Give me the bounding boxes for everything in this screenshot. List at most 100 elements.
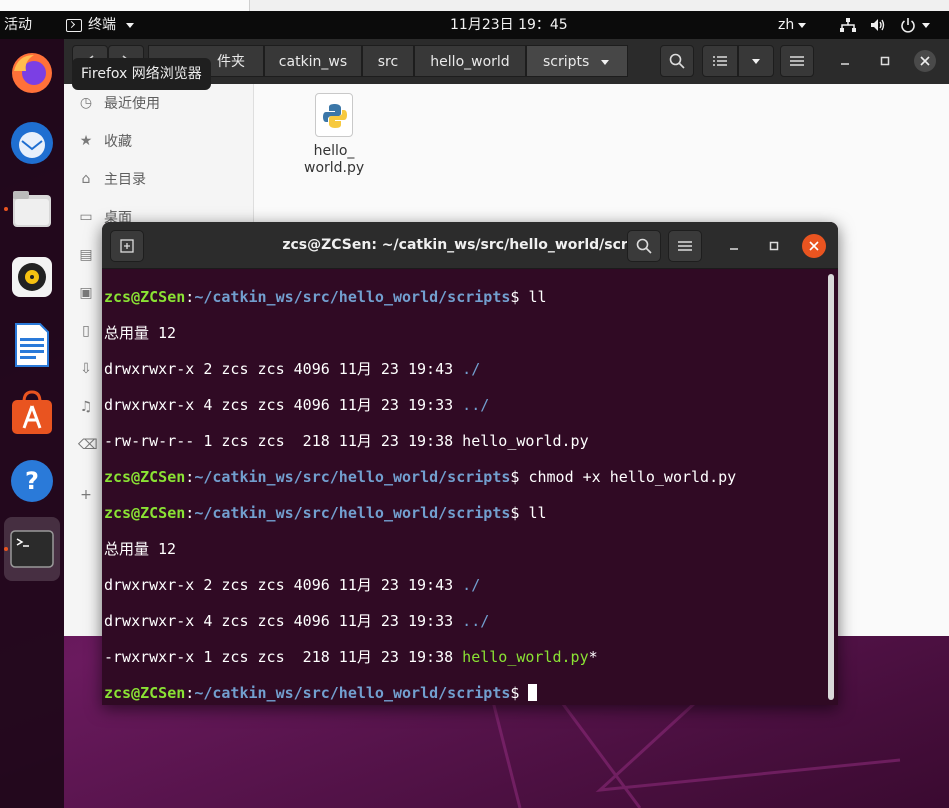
output-total: 总用量 12 bbox=[104, 540, 177, 558]
command-text: ll bbox=[528, 504, 547, 522]
breadcrumb-src[interactable]: src bbox=[362, 45, 414, 77]
prompt-dollar: $ bbox=[510, 684, 529, 702]
plus-icon: + bbox=[80, 487, 92, 503]
input-method-menu[interactable]: zh bbox=[778, 11, 807, 39]
clock-icon: ◷ bbox=[79, 95, 93, 111]
command-text: ll bbox=[528, 288, 547, 306]
output-total: 总用量 12 bbox=[104, 324, 177, 342]
firefox-icon bbox=[12, 53, 52, 93]
terminal-line: zcs@ZCSen:~/catkin_ws/src/hello_world/sc… bbox=[104, 504, 826, 522]
sidebar-item-label: 收藏 bbox=[104, 134, 132, 150]
breadcrumb-catkin-ws[interactable]: catkin_ws bbox=[264, 45, 362, 77]
terminal-scrollbar[interactable] bbox=[828, 274, 834, 700]
background-window-strip bbox=[0, 0, 949, 11]
view-options-button[interactable] bbox=[738, 45, 774, 77]
search-icon bbox=[669, 53, 685, 69]
desktop-icon: ▭ bbox=[79, 209, 93, 225]
dock-help[interactable]: ? bbox=[4, 453, 60, 509]
document-icon: ▯ bbox=[82, 323, 90, 339]
terminal-close-button[interactable] bbox=[802, 234, 826, 258]
terminal-line: drwxrwxr-x 2 zcs zcs 4096 11月 23 19:43 .… bbox=[104, 360, 826, 378]
dock-files[interactable] bbox=[4, 181, 60, 237]
app-menu[interactable]: 终端 bbox=[66, 11, 134, 39]
prompt-colon: : bbox=[185, 288, 195, 306]
star-icon: ★ bbox=[79, 133, 93, 149]
trash-icon: ⌫ bbox=[78, 437, 98, 453]
software-icon bbox=[12, 390, 52, 434]
prompt-path: ~/catkin_ws/src/hello_world/scripts bbox=[194, 468, 511, 486]
prompt-colon: : bbox=[185, 684, 195, 702]
terminal-line: zcs@ZCSen:~/catkin_ws/src/hello_world/sc… bbox=[104, 684, 826, 702]
terminal-small-icon bbox=[66, 18, 82, 32]
minimize-button[interactable] bbox=[834, 50, 856, 72]
picture-icon: ▣ bbox=[79, 285, 93, 301]
background-tab bbox=[0, 0, 250, 11]
close-button[interactable] bbox=[914, 50, 936, 72]
prompt-dollar: $ bbox=[510, 468, 529, 486]
maximize-icon bbox=[880, 56, 890, 66]
terminal-cursor bbox=[528, 684, 538, 701]
svg-text:?: ? bbox=[25, 467, 39, 495]
input-method-label: zh bbox=[778, 17, 795, 33]
maximize-button[interactable] bbox=[874, 50, 896, 72]
file-item-hello-world-py[interactable]: hello_ world.py bbox=[304, 93, 364, 177]
output-dir-name: ../ bbox=[462, 612, 490, 630]
terminal-line: 总用量 12 bbox=[104, 324, 826, 342]
dock-writer[interactable] bbox=[4, 317, 60, 373]
output-row: -rw-rw-r-- 1 zcs zcs 218 11月 23 19:38 he… bbox=[104, 432, 589, 450]
sidebar-item-starred[interactable]: ★ 收藏 bbox=[64, 122, 254, 160]
rhythmbox-icon bbox=[12, 257, 52, 297]
dock-software[interactable] bbox=[4, 385, 60, 441]
output-row: drwxrwxr-x 4 zcs zcs 4096 11月 23 19:33 bbox=[104, 612, 463, 630]
terminal-line: drwxrwxr-x 4 zcs zcs 4096 11月 23 19:33 .… bbox=[104, 612, 826, 630]
volume-icon bbox=[871, 19, 885, 31]
search-button[interactable] bbox=[660, 45, 694, 77]
output-dir-name: ./ bbox=[462, 576, 481, 594]
terminal-menu-button[interactable] bbox=[668, 230, 702, 262]
dock-rhythmbox[interactable] bbox=[4, 249, 60, 305]
output-row: -rwxrwxr-x 1 zcs zcs 218 11月 23 19:38 bbox=[104, 648, 463, 666]
terminal-output[interactable]: zcs@ZCSen: ~/catkin_ws/src/hello_world/sc… bbox=[104, 270, 826, 702]
prompt-user: zcs@ZCSen bbox=[104, 288, 186, 306]
output-row: drwxrwxr-x 2 zcs zcs 4096 11月 23 19:43 bbox=[104, 576, 463, 594]
file-name-line1: hello_ bbox=[313, 143, 355, 159]
dock-thunderbird[interactable] bbox=[4, 115, 60, 171]
sidebar-item-label: 主目录 bbox=[104, 172, 146, 188]
dock-tooltip: Firefox 网络浏览器 bbox=[72, 58, 211, 90]
video-icon: ▤ bbox=[79, 247, 93, 263]
download-icon: ⇩ bbox=[80, 361, 92, 377]
system-status-menu[interactable] bbox=[840, 11, 930, 39]
minimize-icon bbox=[841, 63, 849, 65]
terminal-line: -rwxrwxr-x 1 zcs zcs 218 11月 23 19:38 he… bbox=[104, 648, 826, 666]
minimize-icon bbox=[730, 248, 738, 250]
terminal-minimize-button[interactable] bbox=[722, 234, 746, 258]
dock: ? bbox=[0, 39, 64, 808]
sidebar-item-home[interactable]: ⌂ 主目录 bbox=[64, 160, 254, 198]
clock[interactable]: 11月23日 19：45 bbox=[450, 11, 568, 39]
hamburger-icon bbox=[790, 56, 804, 66]
view-list-button[interactable] bbox=[702, 45, 738, 77]
breadcrumb-hello-world[interactable]: hello_world bbox=[414, 45, 526, 77]
dock-firefox[interactable] bbox=[4, 45, 60, 101]
caret-down-icon bbox=[798, 22, 807, 28]
terminal-line: zcs@ZCSen:~/catkin_ws/src/hello_world/sc… bbox=[104, 468, 826, 486]
terminal-search-button[interactable] bbox=[627, 230, 661, 262]
search-icon bbox=[636, 238, 652, 254]
sidebar-item-label: 最近使用 bbox=[104, 96, 160, 112]
output-dir-name: ../ bbox=[462, 396, 490, 414]
terminal-window: zcs@ZCSen: ~/catkin_ws/src/hello_world/s… bbox=[102, 222, 838, 705]
activities-button[interactable]: 活动 bbox=[4, 11, 32, 39]
breadcrumb-scripts[interactable]: scripts bbox=[526, 45, 628, 77]
prompt-colon: : bbox=[185, 504, 195, 522]
terminal-headerbar: zcs@ZCSen: ~/catkin_ws/src/hello_world/s… bbox=[102, 222, 838, 269]
close-icon bbox=[809, 241, 819, 251]
output-row: drwxrwxr-x 4 zcs zcs 4096 11月 23 19:33 bbox=[104, 396, 463, 414]
menu-button[interactable] bbox=[780, 45, 814, 77]
terminal-line: zcs@ZCSen:~/catkin_ws/src/hello_world/sc… bbox=[104, 288, 826, 306]
terminal-maximize-button[interactable] bbox=[762, 234, 786, 258]
terminal-line: -rw-rw-r-- 1 zcs zcs 218 11月 23 19:38 he… bbox=[104, 432, 826, 450]
writer-icon bbox=[15, 323, 49, 367]
dock-terminal[interactable] bbox=[4, 517, 60, 581]
command-text: chmod +x hello_world.py bbox=[528, 468, 737, 486]
caret-down-icon bbox=[601, 59, 610, 65]
